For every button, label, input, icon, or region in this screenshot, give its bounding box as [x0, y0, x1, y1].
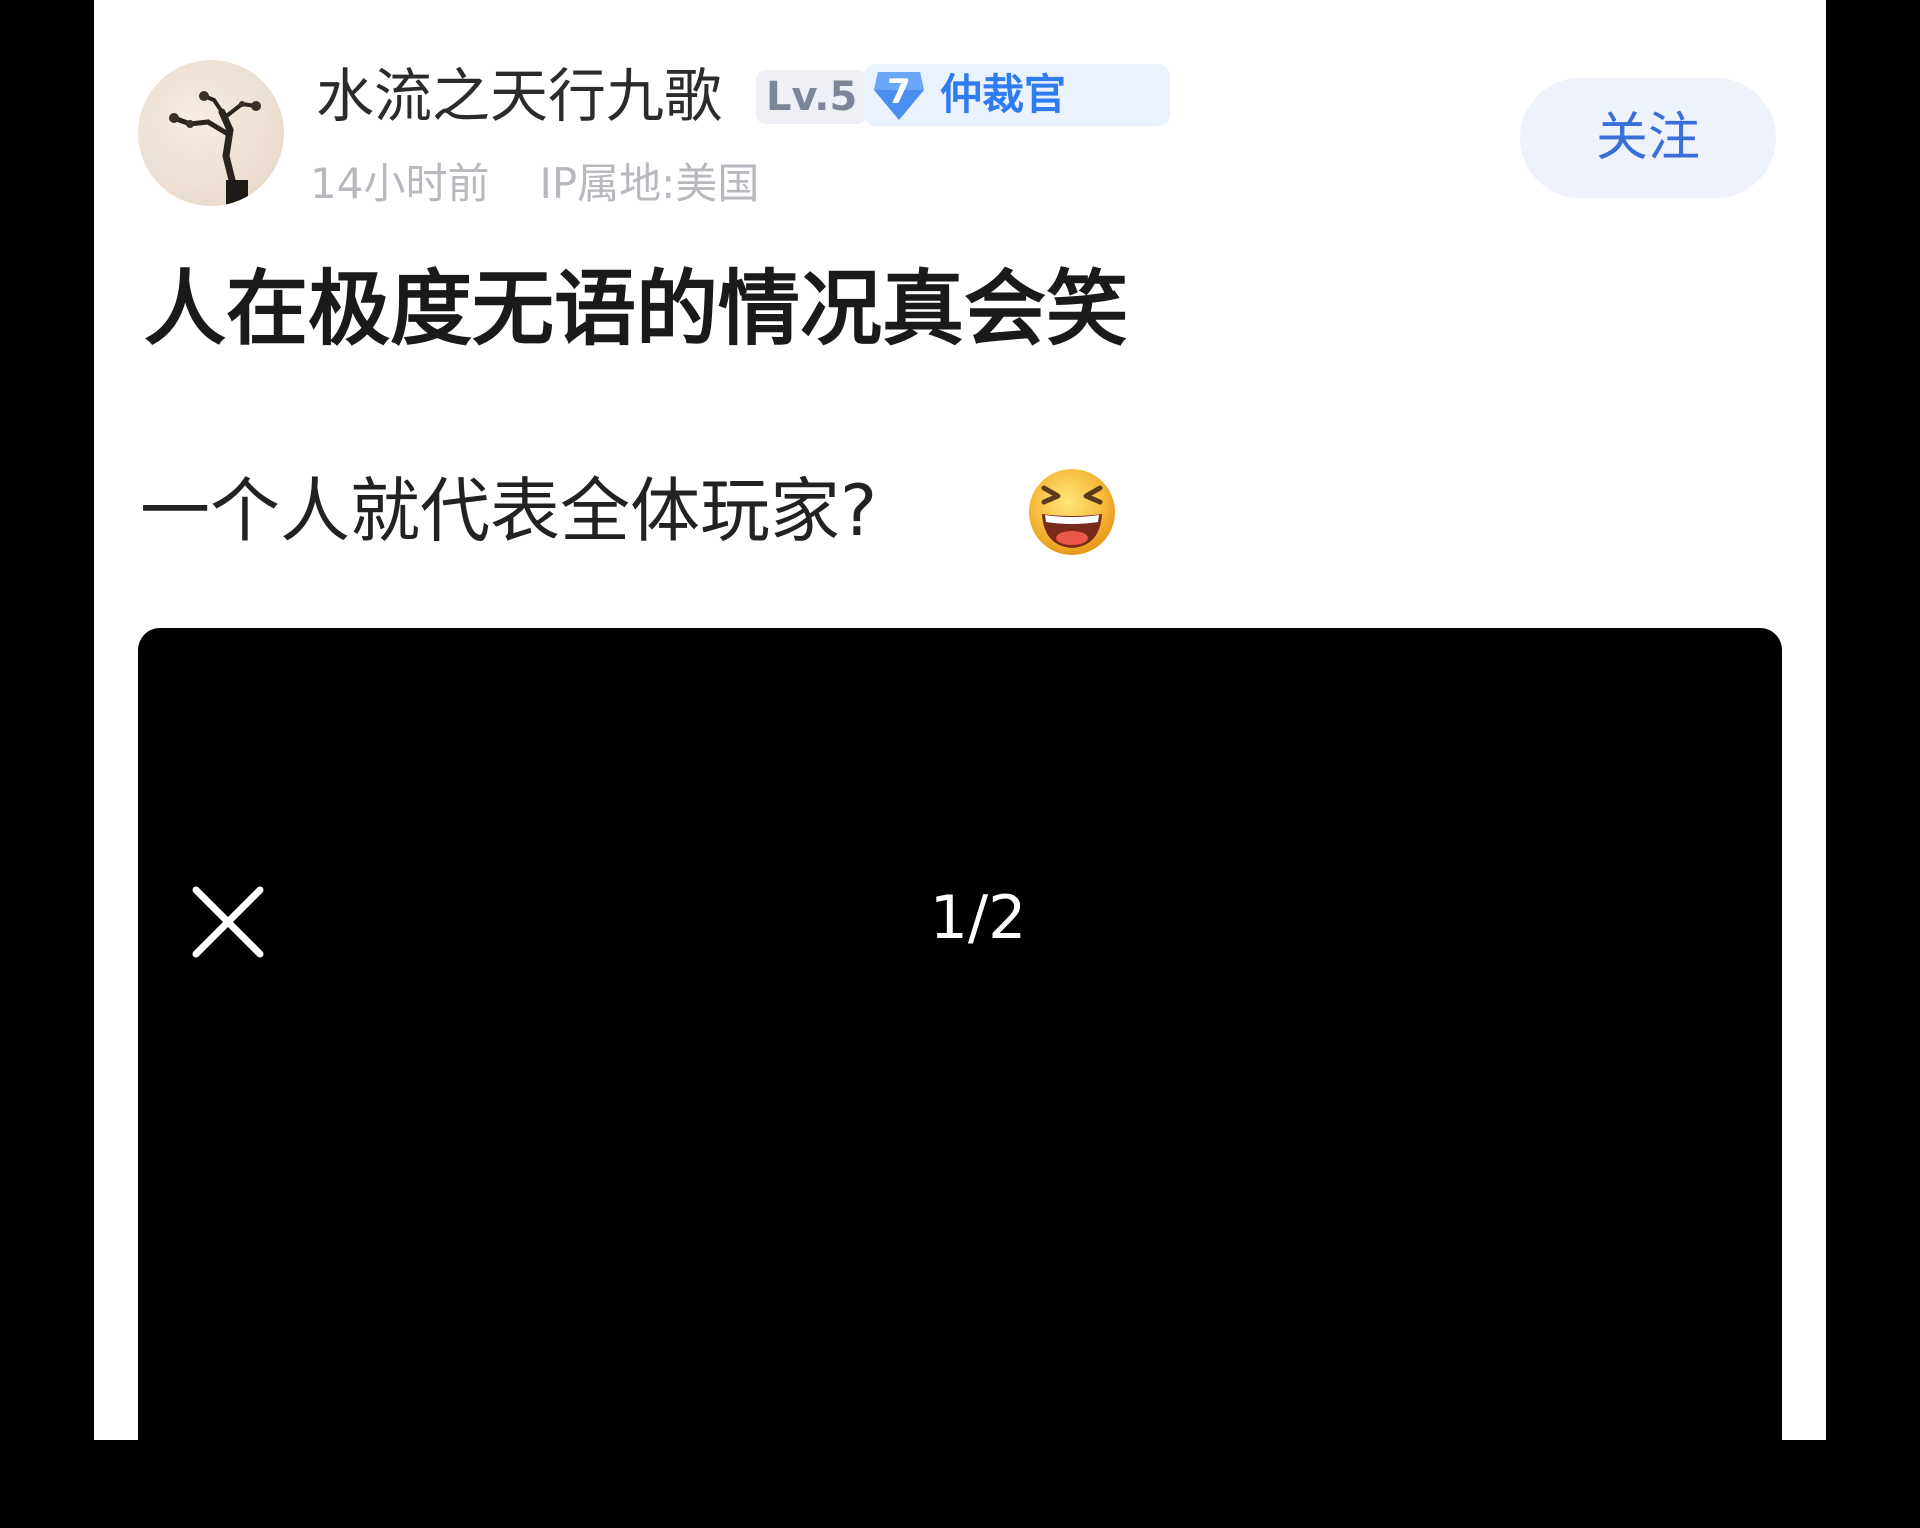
role-badge: 7 仲裁官 [864, 64, 1170, 126]
post-body: 一个人就代表全体玩家? [140, 470, 878, 552]
post-card: 水流之天行九歌 Lv.5 7 仲裁官 14小时前 IP属地:美国 关注 人在极度无… [94, 0, 1826, 1528]
follow-button[interactable]: 关注 [1520, 78, 1776, 198]
level-badge: Lv.5 [756, 70, 868, 124]
role-badge-label: 仲裁官 [940, 70, 1067, 119]
post-time: 14小时前 [310, 159, 490, 208]
role-badge-number: 7 [887, 72, 911, 112]
image-page-counter: 1/2 [929, 883, 1027, 953]
image-viewer[interactable]: 1/2 [138, 628, 1782, 1528]
post-title: 人在极度无语的情况真会笑 [144, 262, 1129, 357]
close-icon[interactable] [190, 884, 266, 960]
author-avatar[interactable] [138, 60, 284, 206]
ip-location: IP属地:美国 [539, 159, 760, 208]
post-meta: 14小时前 IP属地:美国 [310, 156, 759, 212]
laughing-emoji-icon [1026, 466, 1118, 558]
avatar-bonsai-icon [169, 91, 261, 206]
author-username[interactable]: 水流之天行九歌 [316, 58, 722, 134]
